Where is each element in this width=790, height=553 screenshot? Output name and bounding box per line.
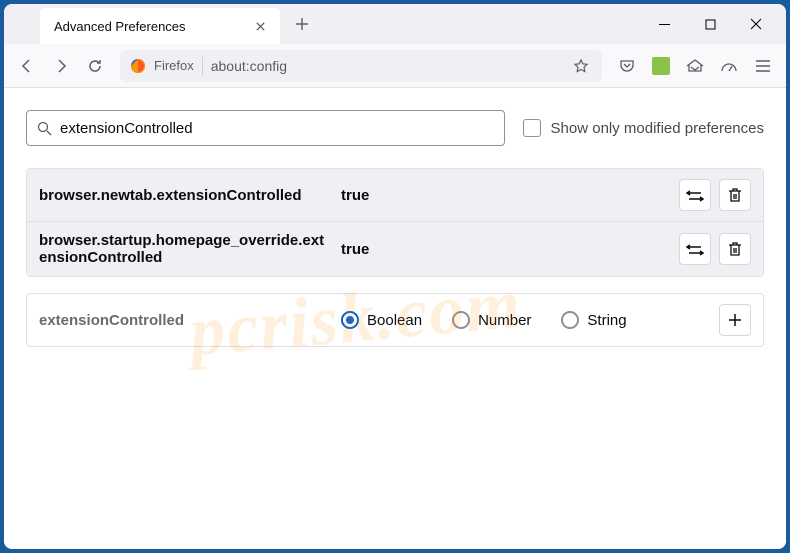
add-preference-button[interactable] <box>719 304 751 336</box>
content-area: pcrisk.com Show only modified preference… <box>4 88 786 549</box>
hamburger-icon <box>755 59 771 73</box>
identity-label: Firefox <box>154 58 194 73</box>
separator <box>202 57 203 75</box>
preference-list: browser.newtab.extensionControlled true … <box>26 168 764 277</box>
extension-icon <box>652 57 670 75</box>
browser-window: Advanced Preferences <box>4 4 786 549</box>
preference-name: browser.newtab.extensionControlled <box>39 187 329 204</box>
new-tab-button[interactable] <box>288 10 316 38</box>
extension-button[interactable] <box>646 51 676 81</box>
radio-boolean[interactable]: Boolean <box>341 311 422 329</box>
arrow-left-icon <box>19 58 35 74</box>
radio-icon <box>341 311 359 329</box>
minimize-button[interactable] <box>642 9 686 39</box>
mail-icon <box>686 58 704 74</box>
preference-actions <box>679 233 751 265</box>
close-tab-button[interactable] <box>250 16 270 36</box>
tab-title: Advanced Preferences <box>54 19 186 34</box>
back-button[interactable] <box>12 51 42 81</box>
close-icon <box>750 18 762 30</box>
toggle-icon <box>686 188 704 202</box>
delete-button[interactable] <box>719 233 751 265</box>
trash-icon <box>728 187 742 203</box>
reload-icon <box>87 58 103 74</box>
browser-tab[interactable]: Advanced Preferences <box>40 8 280 44</box>
firefox-logo-icon <box>130 58 146 74</box>
gauge-icon <box>720 58 738 74</box>
menu-button[interactable] <box>748 51 778 81</box>
search-box[interactable] <box>26 110 505 146</box>
mail-button[interactable] <box>680 51 710 81</box>
maximize-button[interactable] <box>688 9 732 39</box>
preference-actions <box>679 179 751 211</box>
radio-string[interactable]: String <box>561 311 626 329</box>
plus-icon <box>728 313 742 327</box>
preference-value: true <box>341 241 667 258</box>
delete-button[interactable] <box>719 179 751 211</box>
modified-only-label: Show only modified preferences <box>551 120 764 137</box>
modified-only-toggle[interactable]: Show only modified preferences <box>523 119 764 137</box>
toggle-button[interactable] <box>679 179 711 211</box>
new-preference-name: extensionControlled <box>39 312 329 329</box>
checkbox-icon[interactable] <box>523 119 541 137</box>
search-input[interactable] <box>60 120 494 137</box>
search-icon <box>37 121 52 136</box>
radio-number[interactable]: Number <box>452 311 531 329</box>
close-icon <box>255 21 266 32</box>
plus-icon <box>295 17 309 31</box>
type-radio-group: Boolean Number String <box>341 311 707 329</box>
bookmark-button[interactable] <box>570 55 592 77</box>
window-controls <box>642 9 786 39</box>
navigation-toolbar: Firefox about:config <box>4 44 786 88</box>
radio-icon <box>452 311 470 329</box>
radio-label: Number <box>478 312 531 329</box>
preference-name: browser.startup.homepage_override.extens… <box>39 232 329 266</box>
tab-strip: Advanced Preferences <box>4 4 786 44</box>
search-row: Show only modified preferences <box>26 110 764 146</box>
preference-row[interactable]: browser.newtab.extensionControlled true <box>27 169 763 221</box>
reload-button[interactable] <box>80 51 110 81</box>
radio-label: String <box>587 312 626 329</box>
star-icon <box>573 58 589 74</box>
pocket-icon <box>619 58 635 74</box>
preference-row[interactable]: browser.startup.homepage_override.extens… <box>27 221 763 276</box>
new-preference-row: extensionControlled Boolean Number Strin… <box>26 293 764 347</box>
trash-icon <box>728 241 742 257</box>
minimize-icon <box>659 19 670 30</box>
pocket-button[interactable] <box>612 51 642 81</box>
arrow-right-icon <box>53 58 69 74</box>
url-bar[interactable]: Firefox about:config <box>120 50 602 82</box>
radio-icon <box>561 311 579 329</box>
dashboard-button[interactable] <box>714 51 744 81</box>
url-text: about:config <box>211 58 562 74</box>
forward-button[interactable] <box>46 51 76 81</box>
maximize-icon <box>705 19 716 30</box>
toggle-icon <box>686 242 704 256</box>
preference-value: true <box>341 187 667 204</box>
radio-label: Boolean <box>367 312 422 329</box>
toggle-button[interactable] <box>679 233 711 265</box>
close-window-button[interactable] <box>734 9 778 39</box>
